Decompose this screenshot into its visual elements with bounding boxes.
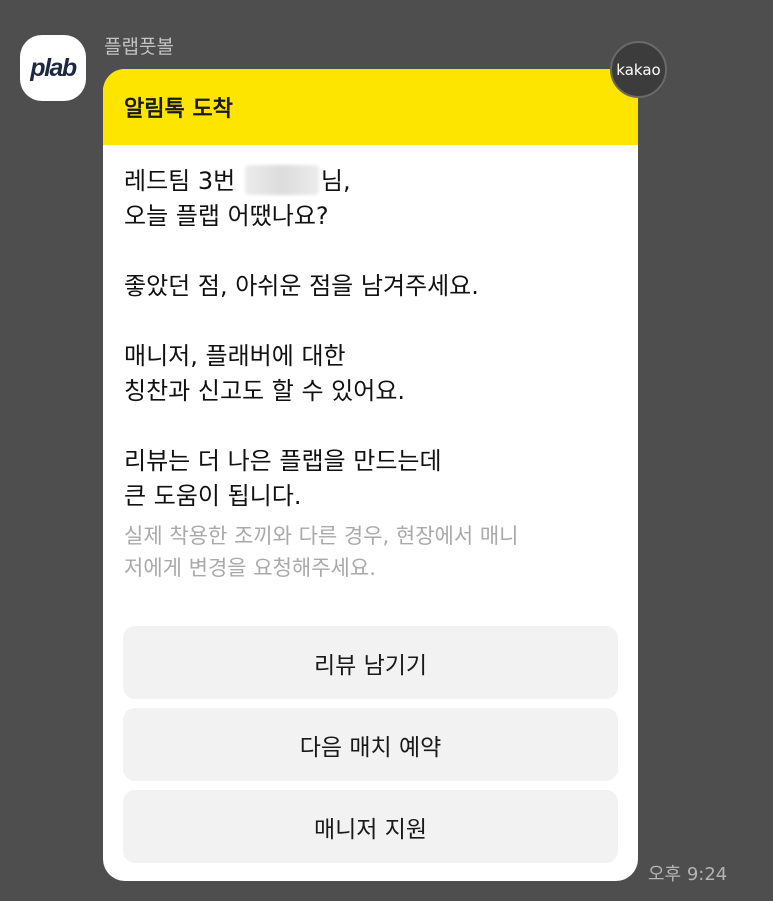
plab-logo: plab — [30, 53, 77, 82]
alimtalk-message-bubble: 알림톡 도착 레드팀 3번 님, 오늘 플랩 어땠나요? 좋았던 점, 아쉬운 … — [103, 69, 638, 881]
message-header: 알림톡 도착 — [103, 69, 638, 145]
message-line: 매니저, 플래버에 대한 — [124, 342, 346, 370]
sender-avatar[interactable]: plab — [20, 35, 86, 101]
message-line: 큰 도움이 됩니다. — [124, 482, 302, 510]
greeting-suffix: 님, — [320, 167, 351, 195]
notice-line: 실제 착용한 조끼와 다른 경우, 현장에서 매니 — [124, 524, 519, 548]
message-line: 좋았던 점, 아쉬운 점을 남겨주세요. — [124, 272, 479, 300]
kakao-badge: kakao — [610, 41, 667, 98]
apply-manager-button[interactable]: 매니저 지원 — [123, 790, 618, 863]
sender-name: 플랩풋볼 — [104, 36, 174, 58]
chat-screen: plab 플랩풋볼 알림톡 도착 레드팀 3번 님, 오늘 플랩 어땠나요? 좋… — [0, 0, 773, 901]
message-line: 오늘 플랩 어땠나요? — [124, 202, 329, 230]
greeting-line: 레드팀 3번 님, — [124, 164, 617, 199]
message-timestamp: 오후 9:24 — [648, 864, 728, 885]
book-next-match-button[interactable]: 다음 매치 예약 — [123, 708, 618, 781]
leave-review-button[interactable]: 리뷰 남기기 — [123, 626, 618, 699]
action-buttons: 리뷰 남기기 다음 매치 예약 매니저 지원 — [123, 626, 618, 872]
notice-text: 실제 착용한 조끼와 다른 경우, 현장에서 매니 저에게 변경을 요청해주세요… — [124, 520, 617, 584]
message-body: 레드팀 3번 님, 오늘 플랩 어땠나요? 좋았던 점, 아쉬운 점을 남겨주세… — [103, 145, 638, 584]
header-title: 알림톡 도착 — [124, 97, 233, 122]
greeting-prefix: 레드팀 3번 — [124, 167, 236, 195]
message-line: 리뷰는 더 나은 플랩을 만드는데 — [124, 447, 442, 475]
message-line: 칭찬과 신고도 할 수 있어요. — [124, 377, 406, 405]
blurred-name — [244, 165, 319, 195]
notice-line: 저에게 변경을 요청해주세요. — [124, 556, 376, 580]
